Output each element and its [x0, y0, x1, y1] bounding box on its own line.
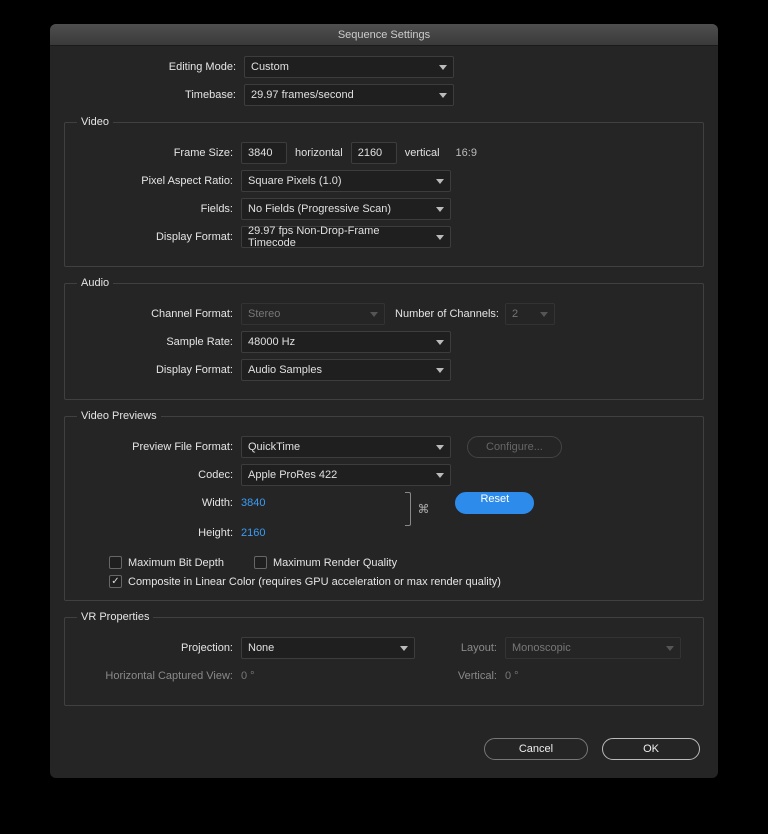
video-legend: Video [77, 116, 113, 128]
vr-vertical-label: Vertical: [415, 670, 505, 682]
projection-select[interactable]: None [241, 637, 415, 659]
ok-button[interactable]: OK [602, 738, 700, 760]
sample-rate-label: Sample Rate: [77, 336, 241, 348]
horizontal-text: horizontal [295, 147, 343, 159]
num-channels-select: 2 [505, 303, 555, 325]
codec-select[interactable]: Apple ProRes 422 [241, 464, 451, 486]
layout-select: Monoscopic [505, 637, 681, 659]
hcv-label: Horizontal Captured View: [77, 670, 241, 682]
aspect-ratio-text: 16:9 [456, 147, 477, 159]
codec-label: Codec: [77, 469, 241, 481]
video-display-format-select[interactable]: 29.97 fps Non-Drop-Frame Timecode [241, 226, 451, 248]
max-render-quality-label: Maximum Render Quality [273, 557, 397, 569]
vertical-text: vertical [405, 147, 440, 159]
link-bracket-icon [405, 492, 411, 526]
vr-properties-section: VR Properties Projection: None Layout: M… [64, 611, 704, 706]
timebase-label: Timebase: [64, 89, 244, 101]
fields-select[interactable]: No Fields (Progressive Scan) [241, 198, 451, 220]
par-label: Pixel Aspect Ratio: [77, 175, 241, 187]
previews-legend: Video Previews [77, 410, 161, 422]
vr-vertical-value: 0 ° [505, 670, 519, 682]
preview-file-format-label: Preview File Format: [77, 441, 241, 453]
channel-format-label: Channel Format: [77, 308, 241, 320]
channel-format-select: Stereo [241, 303, 385, 325]
hcv-value: 0 ° [241, 670, 415, 682]
reset-button[interactable]: Reset [455, 492, 534, 514]
editing-mode-label: Editing Mode: [64, 61, 244, 73]
audio-display-format-label: Display Format: [77, 364, 241, 376]
max-bit-depth-checkbox[interactable] [109, 556, 122, 569]
audio-section: Audio Channel Format: Stereo Number of C… [64, 277, 704, 400]
configure-button: Configure... [467, 436, 562, 458]
frame-width-input[interactable] [241, 142, 287, 164]
editing-mode-select[interactable]: Custom [244, 56, 454, 78]
window-title: Sequence Settings [50, 24, 718, 46]
sample-rate-select[interactable]: 48000 Hz [241, 331, 451, 353]
layout-label: Layout: [415, 642, 505, 654]
max-bit-depth-label: Maximum Bit Depth [128, 557, 224, 569]
num-channels-label: Number of Channels: [385, 308, 505, 320]
projection-label: Projection: [77, 642, 241, 654]
video-section: Video Frame Size: horizontal vertical 16… [64, 116, 704, 267]
fields-label: Fields: [77, 203, 241, 215]
sequence-settings-window: Sequence Settings Editing Mode: Custom T… [50, 24, 718, 778]
preview-width-label: Width: [77, 492, 241, 514]
vr-legend: VR Properties [77, 611, 153, 623]
frame-height-input[interactable] [351, 142, 397, 164]
frame-size-label: Frame Size: [77, 147, 241, 159]
video-previews-section: Video Previews Preview File Format: Quic… [64, 410, 704, 601]
link-constrain-icon[interactable]: ⌘ [417, 502, 429, 516]
preview-file-format-select[interactable]: QuickTime [241, 436, 451, 458]
cancel-button[interactable]: Cancel [484, 738, 588, 760]
audio-legend: Audio [77, 277, 113, 289]
composite-linear-label: Composite in Linear Color (requires GPU … [128, 576, 501, 588]
max-render-quality-checkbox[interactable] [254, 556, 267, 569]
composite-linear-checkbox[interactable] [109, 575, 122, 588]
timebase-select[interactable]: 29.97 frames/second [244, 84, 454, 106]
preview-width-value[interactable]: 3840 [241, 492, 265, 514]
video-display-format-label: Display Format: [77, 231, 241, 243]
par-select[interactable]: Square Pixels (1.0) [241, 170, 451, 192]
preview-height-value[interactable]: 2160 [241, 522, 265, 544]
audio-display-format-select[interactable]: Audio Samples [241, 359, 451, 381]
preview-height-label: Height: [77, 522, 241, 544]
